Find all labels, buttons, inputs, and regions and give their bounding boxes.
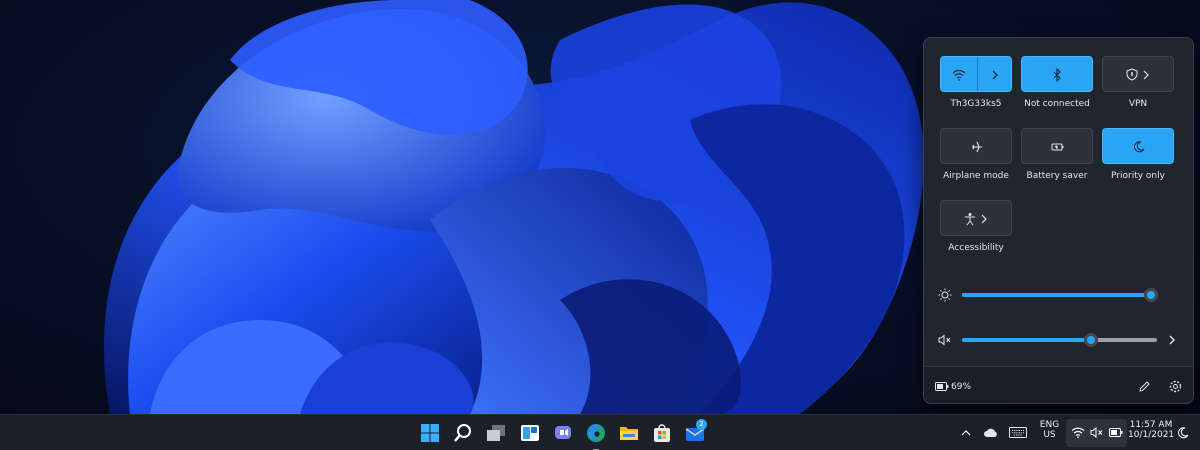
focus-assist-label: Priority only: [1111, 171, 1165, 181]
airplane-icon: [972, 141, 982, 153]
volume-slider[interactable]: [962, 333, 1157, 347]
widgets-button[interactable]: [516, 419, 544, 447]
edge-browser-button[interactable]: [582, 419, 610, 450]
language-code: ENG: [1039, 420, 1060, 430]
onedrive-cloud-icon[interactable]: [983, 427, 999, 438]
accessibility-icon: [965, 213, 975, 226]
accessibility-tile[interactable]: [940, 200, 1012, 236]
airplane-mode-label: Airplane mode: [943, 171, 1009, 181]
battery-percentage: 69%: [951, 382, 972, 392]
file-explorer-button[interactable]: [615, 419, 643, 447]
bluetooth-tile[interactable]: [1021, 56, 1093, 92]
clock[interactable]: 11:57 AM 10/1/2021: [1128, 420, 1174, 440]
accessibility-expand-arrow-icon[interactable]: [980, 214, 988, 224]
wifi-tile-label: Th3G33ks5: [950, 99, 1002, 109]
quick-settings-tray-button[interactable]: [1066, 419, 1127, 447]
windows-start-icon: [421, 424, 439, 442]
wifi-expand-arrow-icon[interactable]: [990, 69, 1000, 81]
settings-gear-icon[interactable]: [1169, 380, 1182, 393]
airplane-mode-tile[interactable]: [940, 128, 1012, 164]
widgets-icon: [521, 425, 539, 441]
battery-saver-label: Battery saver: [1026, 171, 1088, 181]
brightness-slider-thumb[interactable]: [1144, 288, 1158, 302]
chat-button[interactable]: [549, 419, 577, 447]
moon-icon: [1134, 141, 1145, 153]
quick-settings-panel: Th3G33ks5 Not connected VPN Airplane mod…: [923, 37, 1194, 404]
focus-assist-moon-icon[interactable]: [1177, 427, 1189, 439]
battery-icon[interactable]: [935, 382, 949, 391]
quick-settings-footer: 69%: [924, 366, 1193, 403]
vpn-tile-label: VPN: [1128, 99, 1148, 109]
volume-muted-tray-icon: [1090, 427, 1103, 438]
brightness-slider[interactable]: [962, 288, 1158, 302]
battery-tray-icon: [1109, 428, 1123, 437]
region-code: US: [1043, 430, 1056, 440]
bluetooth-tile-label: Not connected: [1024, 99, 1090, 109]
volume-slider-thumb[interactable]: [1083, 333, 1098, 347]
battery-saver-tile[interactable]: [1021, 128, 1093, 164]
volume-slider-fill: [962, 338, 1091, 342]
battery-saver-icon: [1051, 143, 1064, 151]
brightness-icon: [938, 288, 952, 302]
focus-assist-tile[interactable]: [1102, 128, 1174, 164]
wifi-tile[interactable]: [940, 56, 1012, 92]
file-explorer-icon: [620, 427, 638, 440]
input-language-indicator[interactable]: ENG US: [1036, 420, 1063, 440]
store-icon: [654, 424, 670, 442]
edge-icon: [587, 424, 605, 442]
vpn-tile[interactable]: [1102, 56, 1174, 92]
vpn-expand-arrow-icon[interactable]: [1142, 70, 1150, 80]
volume-muted-icon[interactable]: [938, 334, 952, 346]
mail-notification-badge: 2: [696, 419, 707, 430]
clock-time: 11:57 AM: [1129, 420, 1173, 430]
show-hidden-icons-chevron-up-icon[interactable]: [960, 429, 972, 437]
mail-button[interactable]: 2: [681, 419, 709, 447]
shield-icon: [1126, 68, 1138, 81]
search-button[interactable]: [449, 419, 477, 447]
search-icon: [454, 424, 471, 442]
audio-output-arrow-icon[interactable]: [1167, 334, 1177, 346]
wifi-tray-icon: [1071, 427, 1085, 438]
start-button[interactable]: [416, 419, 444, 447]
task-view-button[interactable]: [482, 419, 510, 447]
chat-icon: [555, 426, 571, 439]
bluetooth-icon: [1053, 68, 1061, 82]
clock-date: 10/1/2021: [1128, 430, 1175, 440]
wifi-icon: [952, 69, 966, 81]
store-button[interactable]: [648, 419, 676, 447]
taskbar: 2 ENG US 11:57 AM 10/1/2021: [0, 414, 1200, 450]
brightness-slider-fill: [962, 293, 1151, 297]
touch-keyboard-icon[interactable]: [1009, 427, 1027, 438]
task-view-icon: [487, 425, 505, 441]
edit-pencil-icon[interactable]: [1138, 380, 1151, 393]
accessibility-label: Accessibility: [948, 243, 1004, 253]
